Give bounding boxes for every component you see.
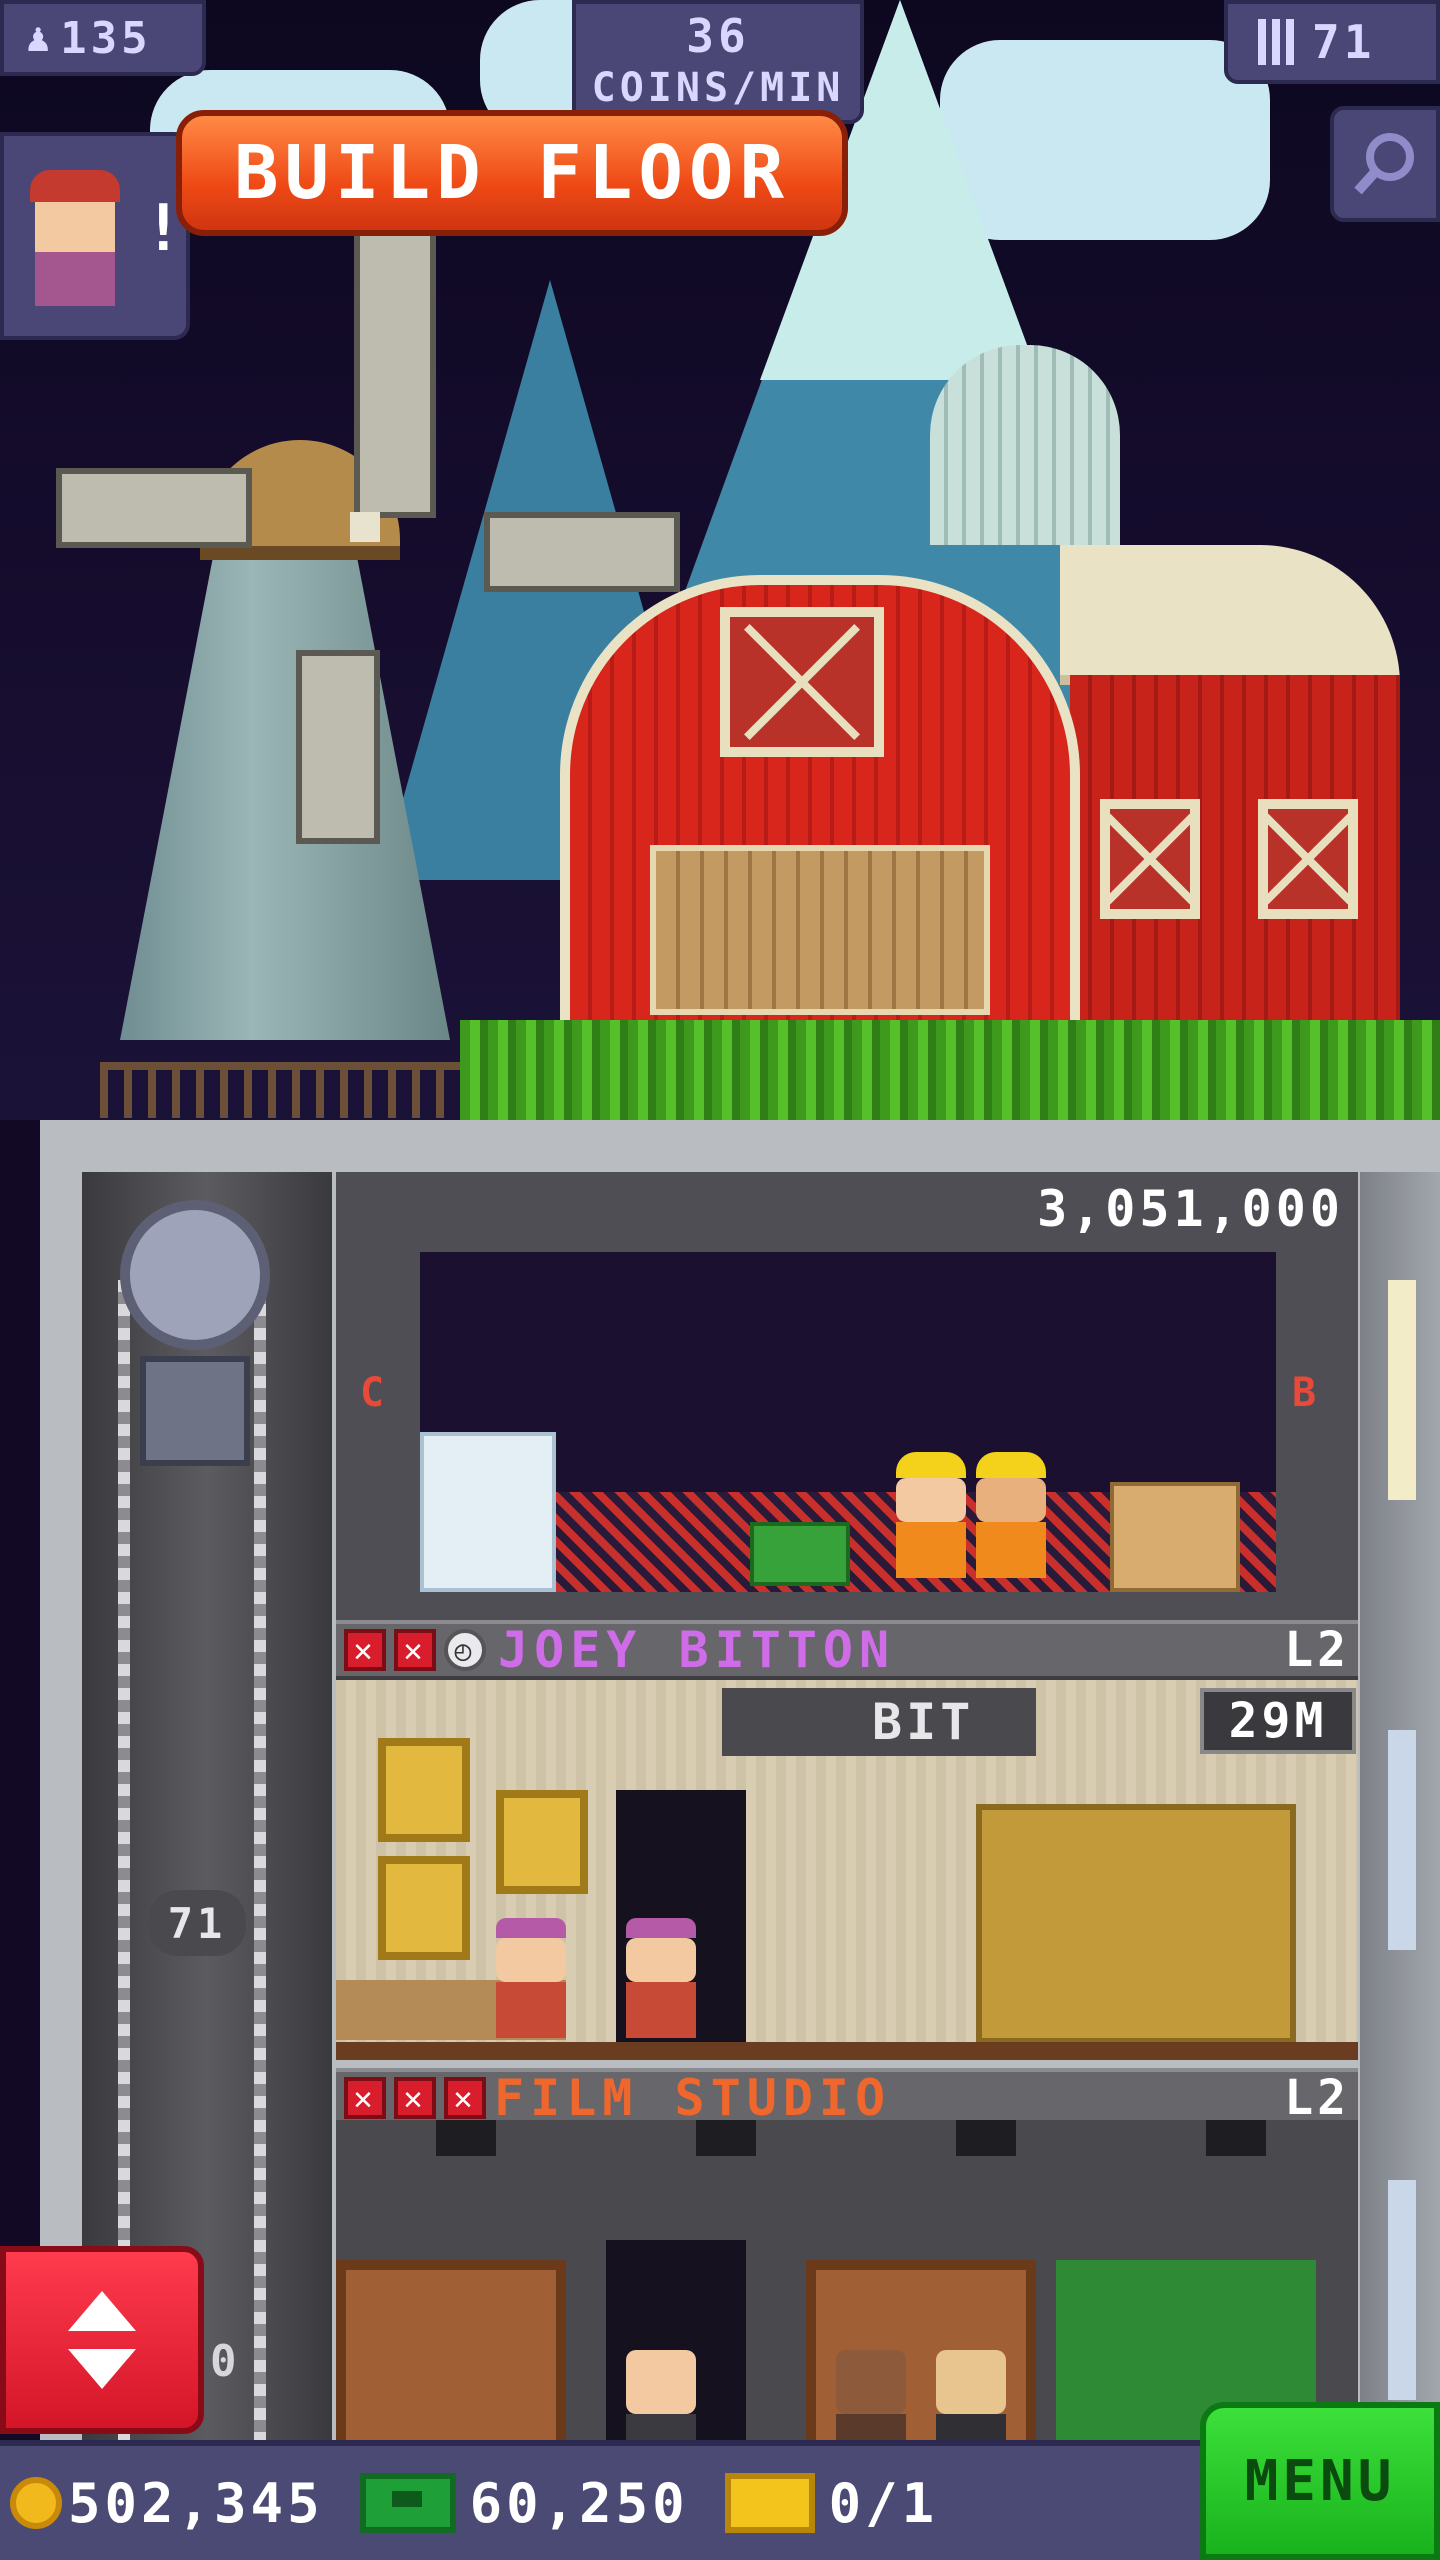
barn — [560, 545, 1400, 1045]
ceiling-light — [1206, 2120, 1266, 2156]
store-sign: BIT — [722, 1688, 1036, 1756]
floor-name: JOEY BITTON — [498, 1621, 896, 1679]
ice-block — [420, 1432, 556, 1592]
tower-window — [1388, 1730, 1416, 1950]
wall-picture — [378, 1856, 470, 1960]
magnifier-icon — [1354, 133, 1414, 195]
unstocked-x-icon: ✕ — [394, 2077, 436, 2119]
wall-picture — [378, 1738, 470, 1842]
tower-window — [1388, 1280, 1416, 1500]
vip-ticket-icon — [724, 2473, 815, 2533]
elevator-floor-label: 71 — [148, 1890, 246, 1956]
coins-per-min-value: 36 — [686, 9, 750, 63]
bitizen — [626, 2350, 696, 2440]
silo — [930, 345, 1120, 545]
bux-banknote-icon — [359, 2473, 456, 2533]
build-floor-right-marker: B — [1292, 1370, 1321, 1416]
construction-site — [420, 1252, 1276, 1592]
menu-button[interactable]: MENU — [1200, 2402, 1440, 2560]
floor-header-joey-bitton[interactable]: ✕ ✕ ◴ JOEY BITTON L2 — [336, 1620, 1358, 1680]
build-floor-button[interactable]: BUILD FLOOR — [176, 110, 848, 236]
floor-room-film-studio[interactable] — [336, 2120, 1358, 2440]
build-floor-area: 3,051,000 — [336, 1172, 1358, 1622]
bitizen — [626, 1918, 696, 2048]
coins-stat[interactable]: 502,345 — [10, 2472, 324, 2535]
elevator-ride-button[interactable] — [0, 2246, 204, 2434]
bitizen — [496, 1918, 566, 2048]
handbag-shelf — [976, 1804, 1296, 2044]
floor-level: L2 — [1284, 2070, 1350, 2126]
windmill-blade — [354, 218, 436, 518]
elevator-pulley-wheel — [120, 1200, 270, 1350]
coins-per-min-panel[interactable]: 36 COINS/MIN — [572, 0, 864, 124]
bitizen — [836, 2350, 906, 2440]
elevator-lower-label: 0 — [210, 2336, 241, 2387]
construction-worker — [976, 1452, 1046, 1582]
up-down-arrows-icon — [68, 2291, 136, 2389]
barn-side-window — [1100, 799, 1200, 919]
windmill-blade — [296, 650, 380, 844]
tickets-value: 0/1 — [828, 2471, 939, 2535]
ceiling-light — [436, 2120, 496, 2156]
wooden-crate — [1110, 1482, 1240, 1592]
unstocked-x-icon: ✕ — [444, 2077, 486, 2119]
unstocked-x-icon: ✕ — [344, 2077, 386, 2119]
windmill-blade — [56, 468, 252, 548]
coin-icon — [10, 2477, 62, 2529]
elevator-motor — [100, 1200, 290, 1490]
bitizen — [936, 2350, 1006, 2440]
coins-value: 502,345 — [68, 2471, 324, 2535]
bux-stat[interactable]: 60,250 — [359, 2471, 689, 2535]
tower-window — [1388, 2180, 1416, 2400]
person-icon: ♟ — [26, 15, 55, 61]
barn-roof — [1060, 545, 1400, 685]
ceiling-light — [956, 2120, 1016, 2156]
floor-level: L2 — [1284, 1622, 1350, 1678]
ceiling-light — [696, 2120, 756, 2156]
building-icon — [1258, 19, 1294, 65]
barn-door — [650, 845, 990, 1015]
floor-name: FILM STUDIO — [494, 2069, 892, 2127]
room-floor — [336, 2042, 1358, 2060]
build-floor-cost: 3,051,000 — [1037, 1180, 1344, 1238]
floor-counter[interactable]: 71 — [1224, 0, 1440, 84]
windmill-hub — [350, 512, 380, 542]
population-value: 135 — [60, 12, 152, 64]
grass — [460, 1020, 1440, 1120]
barn-loft-window — [720, 607, 884, 757]
clock-icon: ◴ — [444, 1629, 486, 1671]
coins-per-min-label: COINS/MIN — [591, 65, 845, 111]
search-button[interactable] — [1330, 106, 1440, 222]
build-floor-left-marker: C — [360, 1370, 389, 1416]
tickets-stat[interactable]: 0/1 — [724, 2471, 939, 2535]
floor-header-film-studio[interactable]: ✕ ✕ ✕ FILM STUDIO L2 — [336, 2068, 1358, 2128]
unstocked-x-icon: ✕ — [344, 1629, 386, 1671]
toolbox — [750, 1522, 850, 1586]
population-counter[interactable]: ♟ 135 — [0, 0, 206, 76]
studio-door — [336, 2260, 566, 2440]
wall-picture — [496, 1790, 588, 1894]
store-value-badge: 29M — [1200, 1688, 1356, 1754]
fence — [100, 1062, 470, 1118]
unstocked-x-icon: ✕ — [394, 1629, 436, 1671]
construction-worker — [896, 1452, 966, 1582]
bitizen-avatar-button[interactable]: ! — [0, 132, 190, 340]
avatar — [30, 170, 120, 310]
barn-side-window — [1258, 799, 1358, 919]
floor-count-value: 71 — [1312, 15, 1376, 69]
bux-value: 60,250 — [469, 2471, 689, 2535]
